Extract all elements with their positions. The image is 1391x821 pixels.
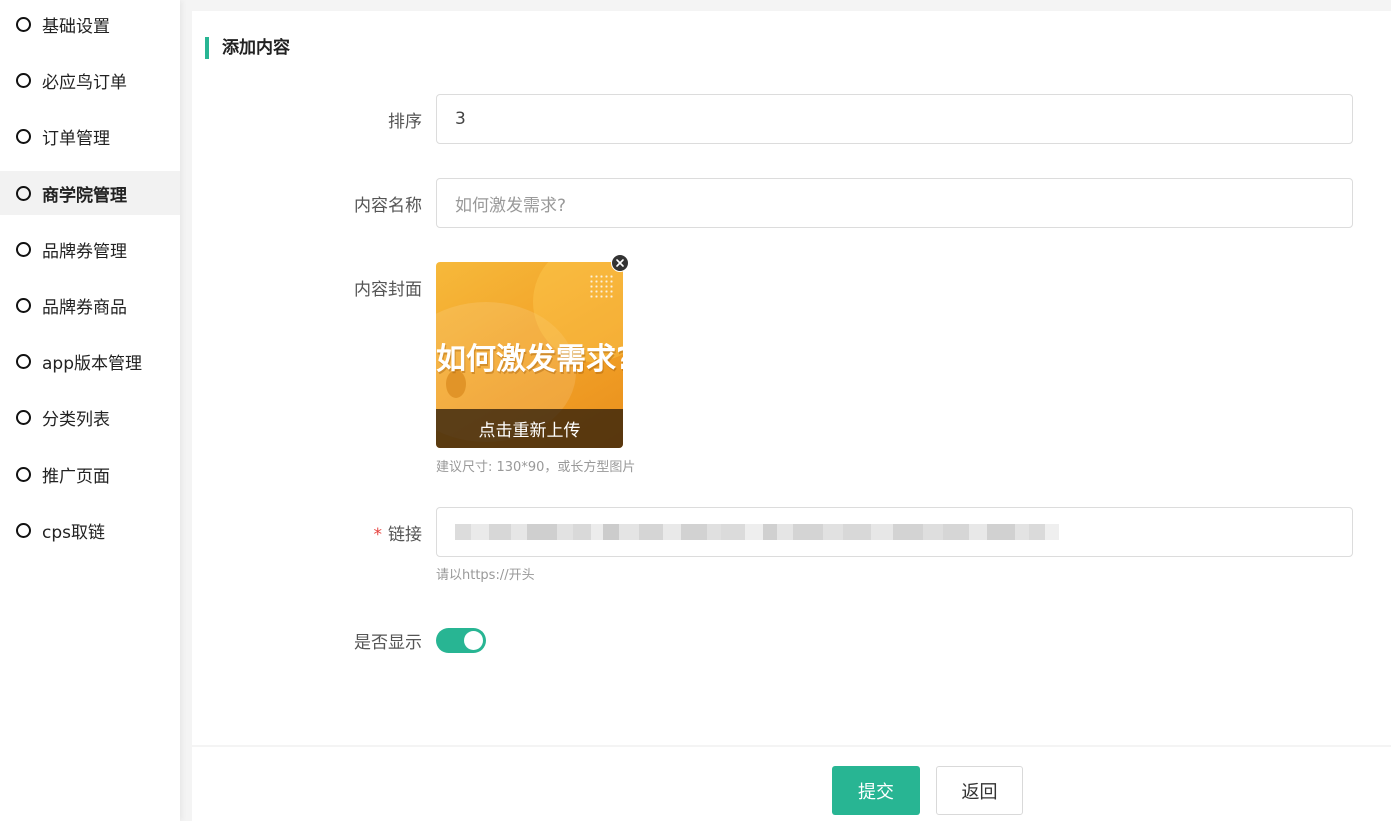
circle-icon xyxy=(16,241,31,257)
cover-dots xyxy=(589,274,615,298)
link-input[interactable] xyxy=(436,507,1353,557)
sidebar-item-label: 品牌券商品 xyxy=(42,297,127,318)
link-value-redacted xyxy=(455,524,1059,540)
sidebar-item-label: 必应鸟订单 xyxy=(42,72,127,93)
sidebar-item-app-version[interactable]: app版本管理 xyxy=(0,339,180,383)
submit-button[interactable]: 提交 xyxy=(832,766,920,815)
back-button[interactable]: 返回 xyxy=(936,766,1023,815)
form-card: 添加内容 排序 3 内容名称 如何激发需求? 内容封面 如何激发需求? 点击重新… xyxy=(192,11,1391,745)
sidebar-item-label: app版本管理 xyxy=(42,353,142,374)
sidebar-item-label: 商学院管理 xyxy=(42,185,127,206)
sidebar-item-business-school[interactable]: 商学院管理 xyxy=(0,171,180,215)
cover-label: 内容封面 xyxy=(354,280,422,300)
sort-input[interactable]: 3 xyxy=(436,94,1353,144)
sidebar-item-label: 分类列表 xyxy=(42,409,110,430)
circle-icon xyxy=(16,16,31,32)
reupload-label: 点击重新上传 xyxy=(478,421,581,441)
sidebar-item-label: 订单管理 xyxy=(42,128,110,149)
sidebar-item-biyingniao-orders[interactable]: 必应鸟订单 xyxy=(0,58,180,102)
show-label: 是否显示 xyxy=(354,633,422,653)
circle-icon xyxy=(16,353,31,369)
show-toggle[interactable] xyxy=(436,628,486,653)
circle-icon xyxy=(16,409,31,425)
sidebar-item-order-management[interactable]: 订单管理 xyxy=(0,114,180,158)
remove-cover-button[interactable] xyxy=(611,254,629,272)
name-input[interactable]: 如何激发需求? xyxy=(436,178,1353,228)
circle-icon xyxy=(16,72,31,88)
name-placeholder: 如何激发需求? xyxy=(455,195,567,216)
sidebar-item-label: 基础设置 xyxy=(42,16,110,37)
cover-hint: 建议尺寸: 130*90，或长方型图片 xyxy=(436,460,636,475)
sidebar-item-label: 推广页面 xyxy=(42,466,110,487)
sort-label: 排序 xyxy=(388,112,422,132)
cover-image-text: 如何激发需求? xyxy=(436,342,623,377)
circle-icon xyxy=(16,297,31,313)
circle-icon xyxy=(16,185,31,201)
sidebar-item-label: cps取链 xyxy=(42,522,105,543)
sidebar-item-brand-coupon-management[interactable]: 品牌券管理 xyxy=(0,227,180,271)
cover-image[interactable]: 如何激发需求? 点击重新上传 xyxy=(436,262,623,448)
reupload-button[interactable]: 点击重新上传 xyxy=(436,409,623,448)
sidebar-item-cps-link[interactable]: cps取链 xyxy=(0,508,180,552)
link-hint: 请以https://开头 xyxy=(436,568,535,583)
sidebar-item-promo-pages[interactable]: 推广页面 xyxy=(0,452,180,496)
sort-value: 3 xyxy=(455,109,466,129)
link-label-text: 链接 xyxy=(388,525,422,545)
circle-icon xyxy=(16,466,31,482)
sidebar: 基础设置 必应鸟订单 订单管理 商学院管理 品牌券管理 品牌券商品 app版本管… xyxy=(0,0,180,821)
name-label: 内容名称 xyxy=(354,196,422,216)
circle-icon xyxy=(16,522,31,538)
form-footer: 提交 返回 xyxy=(192,747,1391,821)
sidebar-item-brand-coupon-products[interactable]: 品牌券商品 xyxy=(0,283,180,327)
section-title: 添加内容 xyxy=(205,37,290,59)
link-label: * 链接 xyxy=(192,520,423,545)
sidebar-item-label: 品牌券管理 xyxy=(42,241,127,262)
sidebar-item-basic-settings[interactable]: 基础设置 xyxy=(0,2,180,46)
circle-icon xyxy=(16,128,31,144)
close-icon xyxy=(616,259,624,267)
toggle-knob xyxy=(464,631,483,650)
sidebar-item-category-list[interactable]: 分类列表 xyxy=(0,395,180,439)
required-mark: * xyxy=(373,525,383,545)
